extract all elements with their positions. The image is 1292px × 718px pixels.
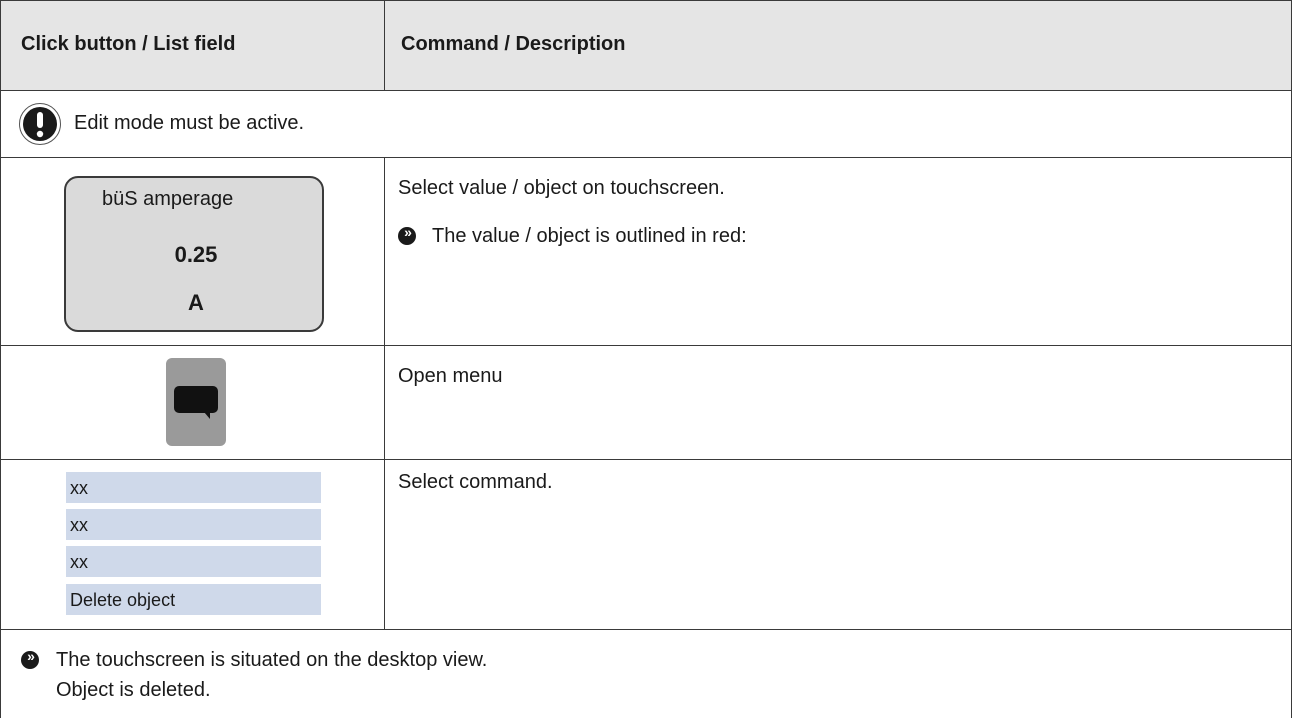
value-number: 0.25 bbox=[174, 242, 218, 267]
divider bbox=[0, 629, 1292, 630]
divider bbox=[0, 157, 1292, 158]
notice-text: Edit mode must be active. bbox=[74, 112, 305, 134]
row3-description: Select command. bbox=[398, 471, 553, 493]
row2-description: Open menu bbox=[398, 365, 503, 387]
result-arrow-icon: » bbox=[21, 648, 39, 669]
list-item[interactable]: xx bbox=[66, 546, 321, 577]
border-left bbox=[0, 0, 1, 718]
border-top bbox=[0, 0, 1292, 1]
header-col-click-button: Click button / List field bbox=[21, 33, 236, 55]
list-item[interactable]: xx bbox=[66, 472, 321, 503]
delete-object-item[interactable]: Delete object bbox=[66, 584, 321, 615]
exclamation-icon bbox=[19, 103, 61, 145]
value-unit: A bbox=[188, 290, 204, 315]
footer-result-line1: The touchscreen is situated on the deskt… bbox=[56, 649, 488, 671]
instruction-table: Click button / List field Command / Desc… bbox=[0, 0, 1292, 718]
column-divider bbox=[384, 157, 385, 629]
column-divider bbox=[384, 0, 385, 90]
divider bbox=[0, 90, 1292, 91]
result-arrow-icon: » bbox=[398, 224, 416, 245]
header-col-command: Command / Description bbox=[401, 33, 626, 55]
divider bbox=[0, 459, 1292, 460]
value-label: büS amperage bbox=[102, 188, 234, 210]
amperage-value-box[interactable]: büS amperage 0.25 A bbox=[64, 176, 324, 332]
row1-description: Select value / object on touchscreen. bbox=[398, 177, 725, 199]
speech-bubble-icon bbox=[174, 386, 218, 419]
footer-result-line2: Object is deleted. bbox=[56, 679, 211, 701]
open-menu-button[interactable] bbox=[166, 358, 226, 446]
list-item[interactable]: xx bbox=[66, 509, 321, 540]
row1-result: The value / object is outlined in red: bbox=[432, 225, 747, 247]
divider bbox=[0, 345, 1292, 346]
table-header: Click button / List field Command / Desc… bbox=[0, 1, 1292, 90]
